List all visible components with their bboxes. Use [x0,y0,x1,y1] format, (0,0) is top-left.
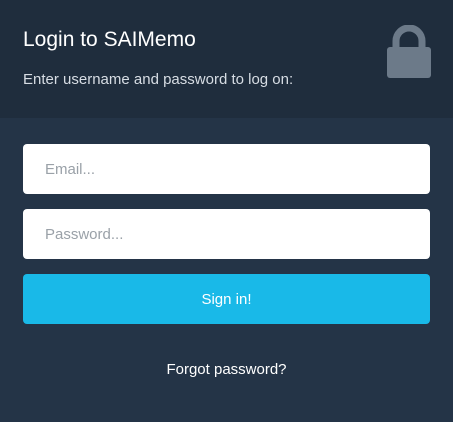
lock-icon [387,25,431,78]
login-title: Login to SAIMemo [23,28,196,51]
login-subtitle: Enter username and password to log on: [23,71,294,88]
login-form: Sign in! Forgot password? [0,118,453,422]
email-field[interactable] [23,144,430,194]
forgot-password-link[interactable]: Forgot password? [0,361,453,378]
sign-in-button[interactable]: Sign in! [23,274,430,324]
login-header: Login to SAIMemo Enter username and pass… [0,0,453,118]
password-field[interactable] [23,209,430,259]
login-box: Login to SAIMemo Enter username and pass… [0,0,453,422]
